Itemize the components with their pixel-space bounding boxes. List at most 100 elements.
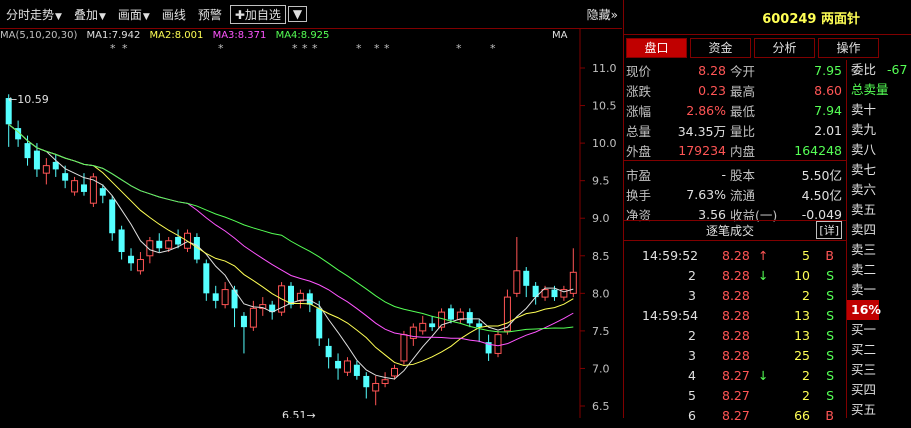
tb-screen[interactable]: 画面▼ [112, 6, 156, 23]
pct-badge: 16% [847, 300, 881, 320]
ma-line [8, 123, 574, 366]
quote-label: 涨幅 [626, 103, 652, 119]
tb-intraday[interactable]: 分时走势▼ [0, 6, 68, 23]
tab-funds[interactable]: 资金 [690, 38, 751, 58]
trade-arrow-icon: ↓ [758, 368, 769, 383]
trade-volume: 25 [794, 348, 810, 363]
trade-row: 14:59:52 8.28 ↑ 5 B [624, 248, 846, 268]
hide-button[interactable]: 隐藏» [587, 6, 618, 23]
quote-row: 换手 7.63% 流通 4.50亿 [626, 184, 846, 204]
quote-row: 涨跌 0.23 最高 8.60 [626, 80, 846, 100]
candle-body [551, 289, 558, 298]
quote-label: 最高 [730, 83, 756, 99]
quote-table: 现价 8.28 今开 7.95 涨跌 0.23 最高 8.60 涨幅 2.86% 最低 7.94 总量 3… [626, 60, 846, 224]
trade-side: B [825, 248, 834, 263]
trade-arrow-icon: ↓ [758, 268, 769, 283]
add-watchlist-button[interactable]: ✚加自选 [229, 4, 286, 24]
trade-price: 8.27 [722, 388, 750, 403]
event-marker: * [302, 42, 308, 55]
trade-volume: 13 [794, 328, 810, 343]
trade-time: 14:59:52 [642, 248, 699, 263]
quote-label: 最低 [730, 103, 756, 119]
ask-level: 卖十 [851, 102, 877, 117]
tab-orderbook[interactable]: 盘口 [626, 38, 687, 58]
candle-body [71, 180, 79, 193]
candle-body [325, 345, 332, 358]
detail-button[interactable]: [详] [816, 221, 842, 239]
chevron-down-icon[interactable]: ▼ [143, 12, 150, 22]
chevron-down-icon[interactable]: ▼ [287, 6, 308, 22]
bid-level: 买二 [851, 342, 877, 357]
event-marker: * [218, 42, 224, 55]
trade-side: B [825, 408, 834, 423]
y-tick-label: 10.5 [592, 100, 617, 113]
ask-level: 卖六 [851, 182, 877, 197]
trades-list: 14:59:52 8.28 ↑ 5 B 2 8.28 ↓ 10 S 3 8.28 2 S 14:59:54 8… [624, 248, 846, 428]
quote-value: 8.60 [814, 82, 842, 98]
stock-code: 600249 两面针 [762, 11, 860, 27]
event-marker: * [110, 42, 116, 55]
event-marker: * [490, 42, 496, 55]
trade-row: 2 8.28 13 S [624, 328, 846, 348]
trade-side: S [826, 328, 834, 343]
stock-header: 600249 两面针 [624, 0, 911, 35]
trade-price: 8.28 [722, 288, 750, 303]
trade-volume: 2 [802, 288, 810, 303]
trade-volume: 10 [794, 268, 810, 283]
chevron-down-icon[interactable]: ▼ [55, 12, 62, 22]
trade-volume: 5 [802, 248, 810, 263]
tb-draw[interactable]: 画线 [156, 6, 192, 23]
candle-body [343, 360, 351, 373]
candle-body [221, 289, 229, 306]
ask-level: 卖四 [851, 222, 877, 237]
tb-overlay[interactable]: 叠加▼ [68, 6, 112, 23]
candle-body [381, 379, 389, 384]
trade-row: 3 8.28 2 S [624, 288, 846, 308]
trade-price: 8.28 [722, 348, 750, 363]
candle-body [62, 173, 69, 181]
ask-level: 卖八 [851, 142, 877, 157]
trade-price: 8.28 [722, 328, 750, 343]
quote-panel: 600249 两面针 盘口 资金 分析 操作 现价 8.28 今开 7.95 涨跌 0.2… [623, 0, 911, 423]
candle-body [203, 263, 210, 294]
y-tick-label: 8.0 [592, 287, 610, 300]
quote-value: 7.94 [814, 102, 842, 118]
quote-value: 7.63% [686, 186, 726, 202]
trade-row: 6 8.27 66 B [624, 408, 846, 428]
trade-price: 8.28 [722, 308, 750, 323]
quote-value: 2.86% [686, 102, 726, 118]
bid-level: 买五 [851, 402, 877, 417]
candle-body [335, 360, 342, 369]
tab-operation[interactable]: 操作 [818, 38, 879, 58]
trade-time: 14:59:54 [642, 308, 699, 323]
quote-label: 今开 [730, 63, 756, 79]
chevron-down-icon[interactable]: ▼ [99, 12, 106, 22]
candle-body [306, 293, 313, 305]
y-tick-label: 9.0 [592, 212, 610, 225]
quote-label: 市盈 [626, 167, 652, 183]
candle-body [523, 270, 530, 286]
candle-body [353, 364, 360, 376]
candle-body [447, 308, 454, 320]
candle-body [99, 188, 106, 196]
chart-toolbar: 分时走势▼ 叠加▼ 画面▼ 画线 预警 ✚加自选 ▼ 隐藏» [0, 0, 622, 29]
quote-label: 涨跌 [626, 83, 652, 99]
total-sell: 总卖量 [851, 82, 889, 97]
quote-label: 总量 [626, 123, 652, 139]
ma-line [8, 123, 574, 347]
tab-analysis[interactable]: 分析 [754, 38, 815, 58]
tb-alert[interactable]: 预警 [192, 6, 228, 23]
quote-label: 外盘 [626, 143, 652, 159]
ask-level: 卖一 [851, 282, 877, 297]
trade-side: S [826, 308, 834, 323]
ask-level: 卖三 [851, 242, 877, 257]
quote-label: 流通 [730, 187, 756, 203]
quote-label: 股本 [730, 167, 756, 183]
kline-chart[interactable]: MA(5,10,20,30) MA1:7.942 MA2:8.001 MA3:8… [0, 28, 622, 418]
trade-volume: 2 [802, 388, 810, 403]
trade-side: S [826, 388, 834, 403]
candle-body [363, 375, 370, 388]
candle-body [109, 199, 116, 234]
trade-volume: 2 [802, 368, 810, 383]
candle-body [476, 323, 483, 328]
